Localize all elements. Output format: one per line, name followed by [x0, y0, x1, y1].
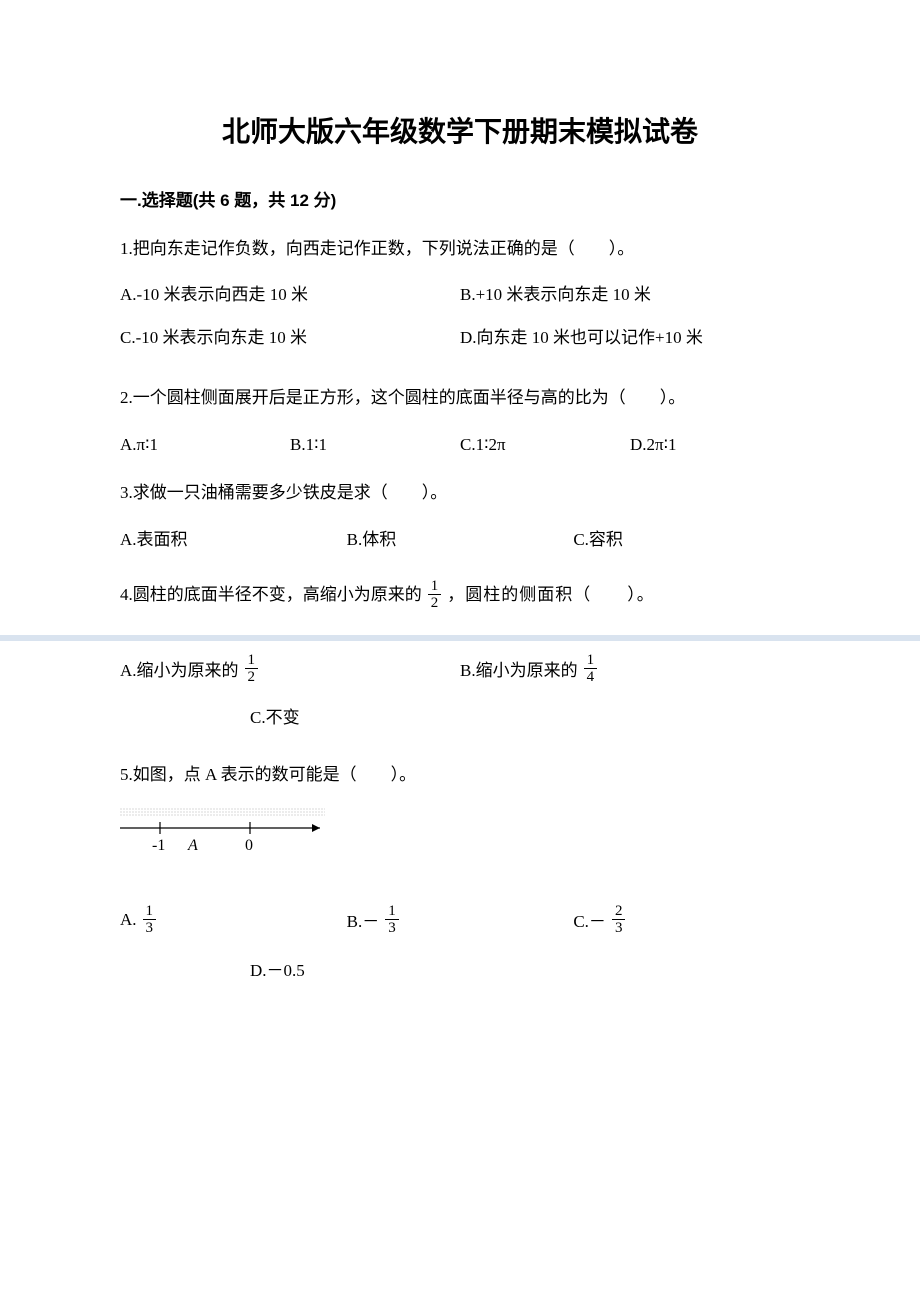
question-3-text: 3.求做一只油桶需要多少铁皮是求（ ）。 [120, 479, 800, 506]
q5-option-d: D.－0.5 [250, 957, 800, 984]
page-title: 北师大版六年级数学下册期末模拟试卷 [120, 110, 800, 150]
fraction-icon: 2 3 [612, 903, 626, 937]
nl-label-minus1: -1 [152, 837, 165, 854]
q5-frac2-den: 3 [385, 920, 399, 937]
q4-b-pre: B.缩小为原来的 [460, 656, 578, 681]
q4-a-pre: A.缩小为原来的 [120, 656, 239, 681]
number-line-icon: -1 A 0 [120, 808, 340, 858]
q5-frac1-den: 3 [143, 920, 157, 937]
q4-post: ，圆柱的侧面积（ ）。 [447, 581, 655, 608]
q4-option-c: C.不变 [250, 704, 800, 731]
q4-option-b: B.缩小为原来的 1 4 [460, 652, 800, 686]
q1-option-a: A.-10 米表示向西走 10 米 [120, 280, 460, 305]
q4-pre: 4.圆柱的底面半径不变，高缩小为原来的 [120, 581, 422, 608]
fraction-icon: 1 2 [428, 578, 442, 612]
fraction-icon: 1 2 [245, 652, 259, 686]
fraction-icon: 1 3 [385, 903, 399, 937]
q5-b-pre: B.－ [347, 907, 380, 932]
question-2-options: A.π∶1 B.1∶1 C.1∶2π D.2π∶1 [120, 435, 800, 455]
q5-option-c: C.－ 2 3 [573, 903, 800, 937]
q5-frac1-num: 1 [143, 903, 157, 921]
q1-option-b: B.+10 米表示向东走 10 米 [460, 280, 800, 305]
question-1-options: A.-10 米表示向西走 10 米 B.+10 米表示向东走 10 米 C.-1… [120, 280, 800, 366]
q3-option-b: B.体积 [347, 525, 574, 550]
q4-frac3-den: 4 [584, 669, 598, 686]
q1-option-c: C.-10 米表示向东走 10 米 [120, 323, 460, 348]
question-4-text: 4.圆柱的底面半径不变，高缩小为原来的 1 2 ，圆柱的侧面积（ ）。 [120, 578, 800, 612]
q5-frac3-den: 3 [612, 920, 626, 937]
q4-frac2-num: 1 [245, 652, 259, 670]
q4-frac1-den: 2 [428, 595, 442, 612]
q3-option-c: C.容积 [573, 525, 800, 550]
q2-option-c: C.1∶2π [460, 435, 630, 455]
q5-option-a: A. 1 3 [120, 903, 347, 937]
q5-option-b: B.－ 1 3 [347, 903, 574, 937]
q2-option-a: A.π∶1 [120, 435, 290, 455]
question-1-text: 1.把向东走记作负数，向西走记作正数，下列说法正确的是（ ）。 [120, 235, 800, 262]
nl-label-zero: 0 [245, 837, 253, 854]
question-5-options-abc: A. 1 3 B.－ 1 3 C.－ 2 3 [120, 903, 800, 937]
q5-a-pre: A. [120, 910, 137, 930]
q5-c-pre: C.－ [573, 907, 606, 932]
q4-frac3-num: 1 [584, 652, 598, 670]
q4-option-a: A.缩小为原来的 1 2 [120, 652, 460, 686]
question-2-text: 2.一个圆柱侧面展开后是正方形，这个圆柱的底面半径与高的比为（ ）。 [120, 384, 800, 411]
number-line-figure: -1 A 0 [120, 808, 800, 863]
nl-label-a: A [187, 837, 198, 854]
decorative-shade-band [0, 635, 920, 641]
question-3-options: A.表面积 B.体积 C.容积 [120, 525, 800, 550]
q4-frac1-num: 1 [428, 578, 442, 596]
q5-frac3-num: 2 [612, 903, 626, 921]
fraction-icon: 1 3 [143, 903, 157, 937]
q2-option-d: D.2π∶1 [630, 435, 800, 455]
question-4-options-ab: A.缩小为原来的 1 2 B.缩小为原来的 1 4 [120, 652, 800, 686]
q2-option-b: B.1∶1 [290, 435, 460, 455]
q3-option-a: A.表面积 [120, 525, 347, 550]
q4-frac2-den: 2 [245, 669, 259, 686]
question-5-text: 5.如图，点 A 表示的数可能是（ ）。 [120, 761, 800, 788]
fraction-icon: 1 4 [584, 652, 598, 686]
q1-option-d: D.向东走 10 米也可以记作+10 米 [460, 323, 800, 348]
section-1-header: 一.选择题(共 6 题，共 12 分) [120, 186, 800, 211]
q5-frac2-num: 1 [385, 903, 399, 921]
